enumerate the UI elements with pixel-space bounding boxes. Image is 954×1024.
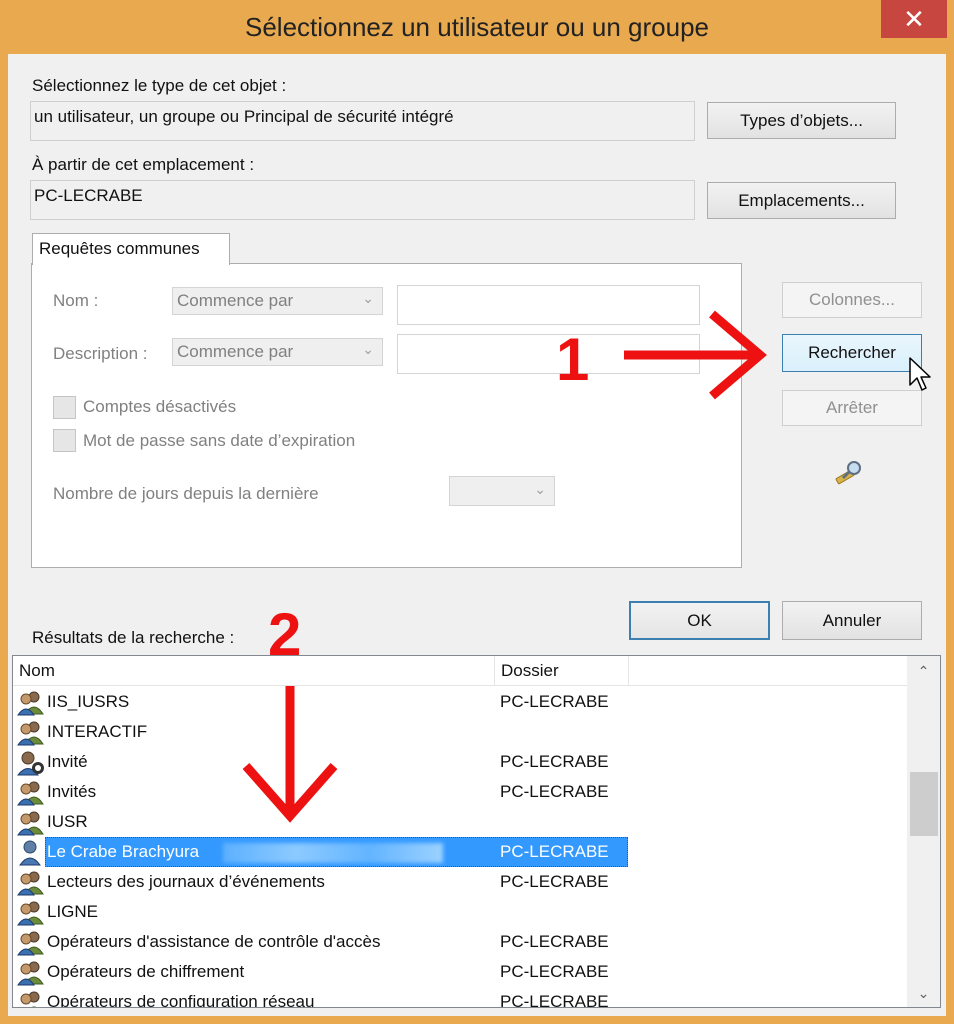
group-icon <box>17 960 45 986</box>
redacted-text <box>223 843 443 863</box>
row-name: Lecteurs des journaux d’événements <box>47 872 325 891</box>
arrow-right-icon <box>624 310 767 400</box>
column-header-name[interactable]: Nom <box>13 656 495 686</box>
row-folder: PC-LECRABE <box>500 782 609 801</box>
group-icon <box>17 990 45 1007</box>
row-name: Opérateurs de chiffrement <box>47 962 245 981</box>
locations-button[interactable]: Emplacements... <box>707 182 896 219</box>
name-mode-select[interactable]: Commence par ⌄ <box>172 287 383 315</box>
group-icon <box>17 900 45 926</box>
table-row[interactable]: Lecteurs des journaux d’événements PC-LEC… <box>13 867 907 897</box>
search-query-icon <box>835 461 861 485</box>
dialog-window: Sélectionnez un utilisateur ou un groupe… <box>0 0 954 1024</box>
table-row[interactable]: LIGNE <box>13 897 907 927</box>
table-row[interactable]: Opérateurs de configuration réseau PC-LEC… <box>13 987 907 1008</box>
step-2-annotation: 2 <box>268 601 302 668</box>
description-mode-select[interactable]: Commence par ⌄ <box>172 338 383 366</box>
table-row[interactable]: IIS_IUSRS PC-LECRABE <box>13 687 907 717</box>
cancel-button[interactable]: Annuler <box>782 601 922 640</box>
days-since-label: Nombre de jours depuis la dernière <box>53 484 319 503</box>
row-name: Invités <box>47 782 97 801</box>
table-row[interactable]: Invité PC-LECRABE <box>13 747 907 777</box>
description-mode-value: Commence par <box>177 342 294 361</box>
table-row[interactable]: INTERACTIF <box>13 717 907 747</box>
location-label: À partir de cet emplacement : <box>32 155 255 174</box>
row-folder: PC-LECRABE <box>500 752 609 771</box>
mouse-cursor-icon <box>909 357 931 391</box>
table-row[interactable]: Opérateurs de chiffrement PC-LECRABE <box>13 957 907 987</box>
days-since-select[interactable]: ⌄ <box>449 476 555 506</box>
row-folder: PC-LECRABE <box>500 692 609 711</box>
chevron-down-icon: ⌄ <box>362 341 374 357</box>
group-icon <box>17 870 45 896</box>
tab-common-queries[interactable]: Requêtes communes <box>32 233 230 265</box>
object-type-label: Sélectionnez le type de cet objet : <box>32 76 287 95</box>
stop-button[interactable]: Arrêter <box>782 390 922 426</box>
title-bar[interactable]: Sélectionnez un utilisateur ou un groupe… <box>0 0 954 54</box>
table-row[interactable]: Le Crabe Brachyura PC-LECRABE <box>13 837 907 867</box>
group-icon <box>17 690 45 716</box>
name-label: Nom : <box>53 291 99 310</box>
disabled-accounts-label: Comptes désactivés <box>83 397 237 416</box>
scroll-down-icon[interactable]: ⌄ <box>907 978 940 1007</box>
row-name: LIGNE <box>47 902 99 921</box>
scroll-up-icon[interactable]: ⌃ <box>907 656 940 686</box>
columns-button[interactable]: Colonnes... <box>782 282 922 318</box>
table-row[interactable]: Opérateurs d'assistance de contrôle d'ac… <box>13 927 907 957</box>
table-row[interactable]: Invités PC-LECRABE <box>13 777 907 807</box>
object-type-field: un utilisateur, un groupe ou Principal d… <box>30 101 695 141</box>
user-icon <box>17 840 45 866</box>
description-label: Description : <box>53 344 148 363</box>
no-expiry-checkbox[interactable] <box>53 429 76 452</box>
group-icon <box>17 930 45 956</box>
table-row[interactable]: IUSR <box>13 807 907 837</box>
row-name: Le Crabe Brachyura <box>47 842 200 861</box>
close-button[interactable]: ✕ <box>881 0 947 38</box>
row-folder: PC-LECRABE <box>500 962 609 981</box>
search-button[interactable]: Rechercher <box>782 334 922 372</box>
row-folder: PC-LECRABE <box>500 842 609 861</box>
disabled-accounts-checkbox[interactable] <box>53 396 76 419</box>
ok-button[interactable]: OK <box>629 601 770 640</box>
group-icon <box>17 720 45 746</box>
results-label: Résultats de la recherche : <box>32 628 235 647</box>
group-icon <box>17 810 45 836</box>
chevron-down-icon: ⌄ <box>362 290 374 306</box>
row-name: Opérateurs d'assistance de contrôle d'ac… <box>47 932 381 951</box>
dialog-client-area: Sélectionnez le type de cet objet : un u… <box>8 54 946 1016</box>
arrow-down-icon <box>242 686 338 823</box>
row-name: IUSR <box>47 812 88 831</box>
no-expiry-label: Mot de passe sans date d’expiration <box>83 431 356 450</box>
row-folder: PC-LECRABE <box>500 872 609 891</box>
column-header-folder[interactable]: Dossier <box>495 656 629 686</box>
column-header-empty <box>629 656 907 686</box>
chevron-down-icon: ⌄ <box>534 481 546 497</box>
row-name: Invité <box>47 752 88 771</box>
step-1-annotation: 1 <box>556 326 590 393</box>
row-name: IIS_IUSRS <box>47 692 130 711</box>
window-title: Sélectionnez un utilisateur ou un groupe <box>245 12 709 42</box>
row-folder: PC-LECRABE <box>500 992 609 1008</box>
row-name: Opérateurs de configuration réseau <box>47 992 315 1008</box>
results-list[interactable]: Nom Dossier IIS_IUSRS PC-LECRABE INTERACTI… <box>12 655 941 1008</box>
row-folder: PC-LECRABE <box>500 932 609 951</box>
group-icon <box>17 780 45 806</box>
name-mode-value: Commence par <box>177 291 294 310</box>
guest-user-icon <box>16 750 45 776</box>
scrollbar-thumb[interactable] <box>910 772 938 836</box>
location-field: PC-LECRABE <box>30 180 695 220</box>
object-types-button[interactable]: Types d’objets... <box>707 102 896 139</box>
row-name: INTERACTIF <box>47 722 148 741</box>
